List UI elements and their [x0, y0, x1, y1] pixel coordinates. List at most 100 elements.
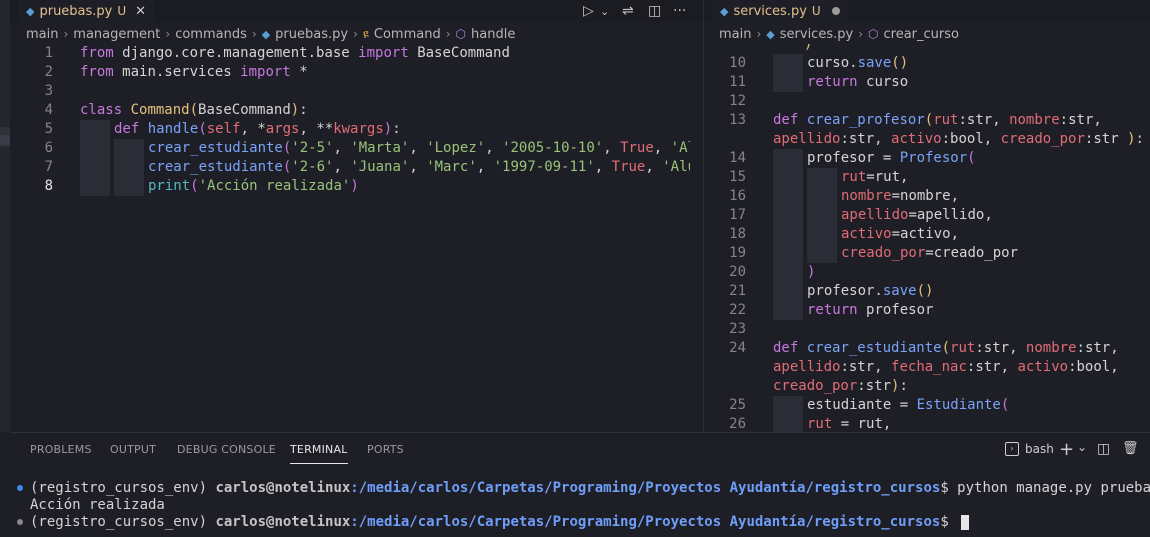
line-number: 18: [729, 226, 746, 242]
strip-marker: [0, 135, 10, 145]
chevron-right-icon: ›: [858, 27, 863, 41]
tab-services[interactable]: ◆ services.py U: [712, 0, 848, 22]
line-number: 2: [44, 64, 53, 80]
terminal-cursor: [961, 514, 970, 530]
line-number: 21: [729, 283, 746, 299]
chevron-right-icon: ›: [756, 27, 762, 41]
terminal-icon: ›: [1005, 442, 1019, 456]
breadcrumb-item[interactable]: main: [26, 27, 58, 42]
breadcrumb-item[interactable]: services.py: [780, 27, 853, 42]
tab-terminal[interactable]: TERMINAL: [290, 443, 348, 464]
indent-guide: [773, 396, 803, 432]
terminal-line: (registro_cursos_env) carlos@notelinux:/…: [30, 480, 1150, 496]
line-number: 25: [729, 397, 746, 413]
code-line: def crear_profesor(rut:str, nombre:str,: [773, 112, 1102, 128]
line-number: 16: [729, 188, 746, 204]
close-icon[interactable]: ✕: [135, 4, 146, 19]
run-icon[interactable]: ▷: [583, 0, 594, 22]
breadcrumb-item[interactable]: management: [73, 27, 160, 42]
line-number: 24: [729, 340, 746, 356]
trash-icon[interactable]: 🗑: [1122, 441, 1139, 456]
code-line: apellido:str, fecha_nac:str, activo:bool…: [773, 359, 1119, 375]
code-line: creado_por:str):: [773, 378, 908, 394]
method-symbol-icon: ⬡: [868, 27, 879, 41]
python-icon: ◆: [766, 27, 775, 41]
indent-guide: [773, 282, 803, 320]
add-terminal-icon[interactable]: +: [1059, 439, 1074, 460]
class-symbol-icon: ዩ: [362, 26, 369, 41]
right-tab-bar: ◆ services.py U: [704, 0, 1150, 22]
code-line: curso.save(): [807, 55, 909, 71]
line-number: 7: [44, 159, 53, 175]
indent-guide: [114, 158, 144, 177]
line-number: 12: [729, 93, 746, 109]
code-line: class Command(BaseCommand):: [80, 102, 308, 118]
more-actions-icon[interactable]: ···: [673, 0, 686, 22]
breadcrumb-item[interactable]: crear_curso: [883, 27, 958, 42]
code-line: print('Acción realizada'): [148, 178, 359, 194]
python-icon: ◆: [26, 4, 35, 18]
chevron-right-icon: ›: [353, 27, 358, 41]
method-symbol-icon: ⬡: [455, 27, 467, 41]
tab-output[interactable]: OUTPUT: [110, 443, 156, 456]
tab-pruebas[interactable]: ◆ pruebas.py U ✕: [18, 0, 155, 22]
line-number: 5: [44, 121, 53, 137]
code-line: nombre=nombre,: [841, 188, 960, 204]
breadcrumb: main › management › commands › ◆ pruebas…: [26, 25, 515, 43]
activity-strip: [0, 0, 10, 432]
code-line: profesor.save(): [807, 283, 934, 299]
chevron-down-icon[interactable]: ⌄: [600, 0, 609, 22]
command-success-icon[interactable]: [17, 485, 23, 491]
line-number: 10: [729, 55, 746, 71]
left-tab-bar: ◆ pruebas.py U ✕ ▷ ⌄ ⇌ ◫ ···: [10, 0, 703, 22]
right-code-editor[interactable]: ) 10 11 12 13 14 15 16 17 18 19 20 21 22…: [704, 44, 1150, 432]
unsaved-dot-icon[interactable]: [831, 7, 840, 15]
breadcrumb-item[interactable]: commands: [175, 27, 247, 42]
breadcrumb-item[interactable]: handle: [471, 27, 515, 42]
chevron-down-icon[interactable]: ⌄: [1077, 440, 1087, 454]
bottom-panel: PROBLEMS OUTPUT DEBUG CONSOLE TERMINAL P…: [10, 432, 1150, 537]
chevron-right-icon: ›: [63, 27, 69, 41]
code-line: from main.services import *: [80, 64, 308, 80]
line-number: 19: [729, 245, 746, 261]
terminal-selector[interactable]: › bash: [1005, 442, 1054, 456]
code-line: from django.core.management.base import …: [80, 45, 510, 61]
split-editor-icon[interactable]: ◫: [648, 0, 661, 22]
line-number: 17: [729, 207, 746, 223]
compare-icon[interactable]: ⇌: [622, 0, 634, 22]
indent-guide: [114, 139, 144, 158]
tab-debug-console[interactable]: DEBUG CONSOLE: [177, 443, 276, 456]
tab-problems[interactable]: PROBLEMS: [30, 443, 92, 456]
indent-guide: [80, 120, 110, 139]
line-number: 15: [729, 169, 746, 185]
code-line: return curso: [807, 74, 909, 90]
terminal-line[interactable]: (registro_cursos_env) carlos@notelinux:/…: [30, 514, 970, 531]
line-number: 11: [729, 74, 746, 90]
line-number: 20: [729, 264, 746, 280]
indent-guide: [773, 73, 803, 92]
breadcrumb-item[interactable]: Command: [374, 27, 441, 42]
indent-guide: [773, 149, 803, 168]
code-line: apellido=apellido,: [841, 207, 993, 223]
left-code-editor[interactable]: 1 2 3 4 5 6 7 8 from django.core.managem…: [10, 44, 690, 432]
code-line: estudiante = Estudiante(: [807, 397, 1010, 413]
breadcrumb-item[interactable]: pruebas.py: [275, 27, 348, 42]
breadcrumb-item[interactable]: main: [719, 27, 751, 42]
tab-ports[interactable]: PORTS: [367, 443, 404, 456]
code-line: crear_estudiante('2-6', 'Juana', 'Marc',…: [148, 159, 690, 175]
line-number: 4: [44, 102, 53, 118]
indent-guide: [80, 177, 110, 196]
chevron-right-icon: ›: [251, 27, 257, 41]
code-line: ): [807, 264, 816, 280]
split-terminal-icon[interactable]: ◫: [1097, 441, 1110, 457]
line-number: 23: [729, 321, 746, 337]
line-number: 13: [729, 112, 746, 128]
code-line: profesor = Profesor(: [807, 150, 976, 166]
indent-guide: [80, 139, 110, 158]
indent-guide: [114, 177, 144, 196]
terminal-name: bash: [1025, 442, 1054, 456]
python-icon: ◆: [261, 27, 271, 41]
code-line: creado_por=creado_por: [841, 245, 1019, 261]
code-line: apellido:str, activo:bool, creado_por:st…: [773, 131, 1144, 147]
command-pending-icon[interactable]: [17, 519, 23, 525]
